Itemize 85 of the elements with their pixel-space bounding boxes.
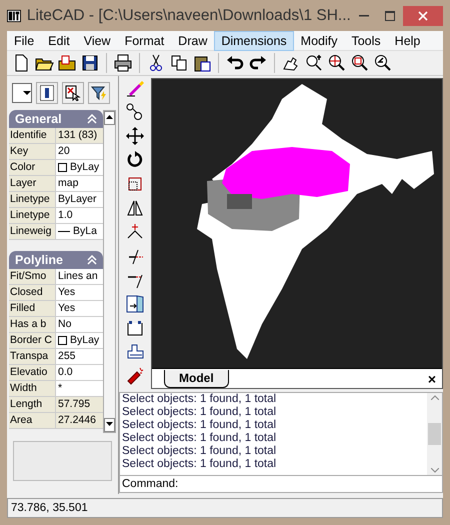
coordinates-status: 73.786, 35.501 (7, 498, 443, 518)
app-icon (7, 8, 21, 22)
property-label: Linetype (9, 208, 56, 223)
menu-item[interactable]: Draw (171, 30, 214, 50)
property-label: Layer (9, 176, 56, 191)
property-label: Linetype (9, 192, 56, 207)
caret-icon (23, 90, 31, 96)
property-value: 131 (83) (58, 128, 98, 143)
log-line: Select objects: 1 found, 1 total (122, 458, 278, 471)
property-label: Length (9, 397, 56, 412)
zoom-realtime-icon[interactable] (304, 53, 324, 73)
property-label: Width (9, 381, 56, 396)
move-arrows-icon[interactable] (125, 126, 145, 146)
log-line: Select objects: 1 found, 1 total (122, 419, 278, 432)
property-value: 27.2446 (58, 413, 96, 428)
property-label: Border C (9, 333, 56, 348)
properties-scrollbar[interactable] (103, 110, 116, 433)
copy-icon[interactable] (169, 53, 189, 73)
property-label: Area (9, 413, 56, 428)
property-label: Key (9, 144, 56, 159)
property-label: Closed (9, 285, 56, 300)
chevron-icon (87, 114, 97, 124)
filter-button[interactable] (88, 82, 110, 104)
menu-item[interactable]: Tools (344, 30, 388, 50)
menu-item[interactable]: Help (388, 30, 428, 50)
section-title: Polyline (15, 252, 63, 269)
explode-icon[interactable] (125, 366, 145, 386)
zoom-window-icon[interactable] (327, 53, 347, 73)
chevron-icon (87, 255, 97, 265)
menu-item[interactable]: File (7, 30, 42, 50)
zoom-previous-icon[interactable] (373, 53, 393, 73)
menu-item[interactable]: View (76, 30, 118, 50)
scroll-down-icon[interactable] (106, 422, 113, 426)
break-icon[interactable] (125, 318, 145, 338)
log-line: Select objects: 1 found, 1 total (122, 393, 278, 406)
maximize-icon (384, 10, 395, 20)
property-value[interactable]: * (58, 381, 62, 396)
collapse-button[interactable] (87, 114, 97, 124)
digit-one-icon (40, 85, 54, 101)
select-one-button[interactable] (36, 82, 58, 104)
color-swatch-icon (58, 336, 67, 345)
section-header[interactable]: Polyline (9, 251, 103, 269)
mirror-icon[interactable] (125, 198, 145, 218)
property-label: Filled (9, 301, 56, 316)
log-line: Select objects: 1 found, 1 total (122, 432, 278, 445)
property-value: 57.795 (58, 397, 90, 412)
scroll-up-icon[interactable] (106, 115, 113, 120)
zoom-extents-icon[interactable] (350, 53, 370, 73)
property-label: Identifie (9, 128, 56, 143)
section-title: General (15, 110, 62, 128)
collapse-button[interactable] (87, 255, 97, 265)
log-scrollbar[interactable] (427, 393, 442, 475)
minimize-icon (358, 14, 369, 16)
menu-item[interactable]: Modify (294, 30, 344, 50)
log-line: Select objects: 1 found, 1 total (122, 406, 278, 419)
dropdown-field[interactable] (12, 83, 32, 103)
window-title: LiteCAD - [C:\Users\naveen\Downloads\1 SH... (26, 6, 351, 26)
property-label: Transpa (9, 349, 56, 364)
menu-item[interactable]: Format (118, 30, 172, 50)
close-tab-button[interactable]: × (422, 370, 442, 388)
pencil-icon[interactable] (125, 78, 145, 98)
property-label: Lineweig (9, 224, 56, 239)
save-icon[interactable] (80, 53, 100, 73)
section-header[interactable]: General (9, 110, 103, 128)
funnel-lightning-icon (91, 85, 107, 101)
cursor-cross-icon (65, 85, 81, 101)
printer-icon[interactable] (113, 53, 133, 73)
folder-document-icon[interactable] (57, 53, 77, 73)
deselect-button[interactable] (62, 82, 84, 104)
property-label: Fit/Smo (9, 269, 56, 284)
property-label: Color (9, 160, 56, 175)
command-field[interactable]: Command: (119, 476, 443, 493)
menu-item[interactable]: Edit (41, 30, 77, 50)
tab[interactable]: Model (164, 370, 229, 388)
stretch-icon[interactable] (125, 294, 145, 314)
close-button[interactable] (402, 6, 443, 26)
log-line: Select objects: 1 found, 1 total (122, 445, 278, 458)
close-icon (418, 10, 428, 20)
line-weight-icon (58, 231, 70, 232)
rotate-icon[interactable] (125, 150, 145, 170)
scrollbar-thumb[interactable] (428, 423, 441, 445)
property-label: Elevatio (9, 365, 56, 380)
menu-item[interactable]: Dimensions (214, 30, 294, 50)
color-swatch-icon (58, 163, 67, 172)
property-label: Has a b (9, 317, 56, 332)
